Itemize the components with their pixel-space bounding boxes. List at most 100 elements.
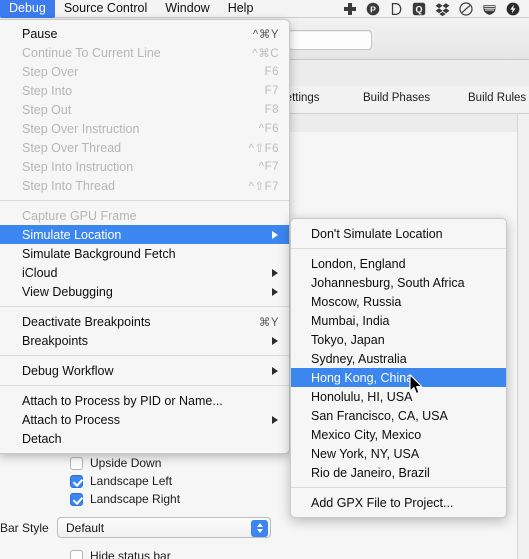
menu-item-simulate-background-fetch[interactable]: Simulate Background Fetch: [0, 244, 289, 263]
menu-item-label: Deactivate Breakpoints: [22, 314, 151, 329]
screen-root: Settings Build Phases Build Rules Upside…: [0, 0, 529, 559]
submenu-item-honolulu[interactable]: Honolulu, HI, USA: [291, 387, 506, 406]
svg-text:Q: Q: [415, 4, 422, 14]
menu-item-step-over-thread: Step Over Thread ^⇧F6: [0, 138, 289, 157]
menu-item-continue-to-current-line: Continue To Current Line ^⌘C: [0, 43, 289, 62]
submenu-item-add-gpx-file[interactable]: Add GPX File to Project...: [291, 493, 506, 512]
menu-item-capture-gpu-frame: Capture GPU Frame: [0, 206, 289, 225]
menu-separator: [0, 385, 289, 386]
submenu-item-hong-kong[interactable]: Hong Kong, China: [291, 368, 506, 387]
menu-item-label: Simulate Location: [22, 227, 122, 242]
tab-build-phases[interactable]: Build Phases: [363, 92, 430, 104]
shield-stripes-icon[interactable]: [482, 2, 497, 16]
menu-item-deactivate-breakpoints[interactable]: Deactivate Breakpoints ⌘Y: [0, 312, 289, 331]
menu-item-label: Step Into Instruction: [22, 159, 134, 174]
menu-item-label: Breakpoints: [22, 333, 89, 348]
right-panel-edge: [517, 114, 529, 559]
submenu-item-tokyo[interactable]: Tokyo, Japan: [291, 330, 506, 349]
submenu-item-new-york[interactable]: New York, NY, USA: [291, 444, 506, 463]
menu-item-debug-workflow[interactable]: Debug Workflow: [0, 361, 289, 380]
landscape-left-checkbox[interactable]: [70, 474, 83, 488]
search-input[interactable]: [288, 30, 372, 50]
submenu-item-rio-de-janeiro[interactable]: Rio de Janeiro, Brazil: [291, 463, 506, 482]
submenu-item-mumbai[interactable]: Mumbai, India: [291, 311, 506, 330]
checkbox-row-upside-down[interactable]: Upside Down: [70, 456, 161, 470]
submenu-arrow-icon: [272, 415, 278, 424]
menu-item-shortcut: ⌘Y: [258, 316, 279, 329]
lightning-bolt-icon[interactable]: [506, 2, 520, 16]
menu-item-label: Step Out: [22, 102, 72, 117]
submenu-item-johannesburg[interactable]: Johannesburg, South Africa: [291, 273, 506, 292]
menu-item-view-debugging[interactable]: View Debugging: [0, 282, 289, 301]
menu-item-attach-to-process[interactable]: Attach to Process: [0, 410, 289, 429]
menu-item-label: Capture GPU Frame: [22, 208, 137, 223]
menu-item-step-into-thread: Step Into Thread ^⇧F7: [0, 176, 289, 195]
menu-item-label: Attach to Process by PID or Name...: [22, 393, 223, 408]
bar-style-popup-button[interactable]: Default: [57, 517, 271, 538]
submenu-item-moscow[interactable]: Moscow, Russia: [291, 292, 506, 311]
plus-cross-icon[interactable]: [343, 2, 357, 16]
menu-item-breakpoints[interactable]: Breakpoints: [0, 331, 289, 350]
menu-item-simulate-location[interactable]: Simulate Location: [0, 225, 289, 244]
menu-item-shortcut: ^⌘Y: [252, 28, 279, 41]
mouse-cursor-icon: [409, 374, 423, 400]
chevron-updown-icon[interactable]: [251, 519, 268, 537]
menu-item-icloud[interactable]: iCloud: [0, 263, 289, 282]
menu-item-pause[interactable]: Pause ^⌘Y: [0, 24, 289, 43]
hide-status-bar-checkbox[interactable]: [70, 549, 83, 559]
menu-item-shortcut: ^F7: [258, 160, 279, 173]
submenu-item-london[interactable]: London, England: [291, 254, 506, 273]
menu-item-shortcut: ^F6: [258, 122, 279, 135]
menu-item-shortcut: ^⇧F7: [248, 180, 279, 193]
upside-down-checkbox[interactable]: [70, 456, 83, 470]
checkbox-row-landscape-right[interactable]: Landscape Right: [70, 492, 180, 506]
tab-build-rules[interactable]: Build Rules: [468, 92, 526, 104]
menu-item-step-out: Step Out F8: [0, 100, 289, 119]
menu-item-label: Continue To Current Line: [22, 45, 161, 60]
upside-down-label: Upside Down: [90, 456, 162, 470]
menu-item-label: View Debugging: [22, 284, 113, 299]
checkbox-row-landscape-left[interactable]: Landscape Left: [70, 474, 172, 488]
submenu-item-sydney[interactable]: Sydney, Australia: [291, 349, 506, 368]
menu-item-step-over-instruction: Step Over Instruction ^F6: [0, 119, 289, 138]
submenu-arrow-icon: [272, 287, 278, 296]
menubar-item-window[interactable]: Window: [156, 0, 218, 18]
p-circle-icon[interactable]: P: [366, 2, 380, 16]
menu-item-label: Simulate Background Fetch: [22, 246, 176, 261]
menu-item-shortcut: ^⌘C: [252, 47, 279, 60]
dropbox-icon[interactable]: [435, 2, 450, 16]
menu-item-label: Attach to Process: [22, 412, 120, 427]
menubar-item-help[interactable]: Help: [219, 0, 263, 18]
menubar-item-source-control[interactable]: Source Control: [55, 0, 156, 18]
menu-separator: [0, 306, 289, 307]
simulate-location-submenu: Don't Simulate Location London, England …: [290, 218, 507, 518]
submenu-arrow-icon: [272, 230, 278, 239]
menu-item-shortcut: ^⇧F6: [248, 142, 279, 155]
d-outline-icon[interactable]: [389, 2, 403, 16]
menu-item-shortcut: F8: [264, 103, 279, 116]
menu-item-step-into-instruction: Step Into Instruction ^F7: [0, 157, 289, 176]
landscape-right-checkbox[interactable]: [70, 492, 83, 506]
menu-item-detach[interactable]: Detach: [0, 429, 289, 448]
circle-slash-icon[interactable]: [459, 1, 473, 16]
menu-item-label: iCloud: [22, 265, 58, 280]
menubar-status-icons: P Q: [343, 1, 529, 16]
menu-item-label: Step Over: [22, 64, 79, 79]
bar-style-value: Default: [66, 520, 105, 535]
submenu-separator: [291, 248, 506, 249]
submenu-item-dont-simulate-location[interactable]: Don't Simulate Location: [291, 224, 506, 243]
submenu-separator: [291, 487, 506, 488]
menu-item-shortcut: F6: [264, 65, 279, 78]
checkbox-row-hide-status-bar[interactable]: Hide status bar: [70, 549, 171, 559]
bar-style-label: Bar Style: [0, 521, 49, 535]
menu-item-attach-to-process-by-pid-or-name[interactable]: Attach to Process by PID or Name...: [0, 391, 289, 410]
submenu-arrow-icon: [272, 268, 278, 277]
landscape-right-label: Landscape Right: [90, 492, 181, 506]
hide-status-bar-label: Hide status bar: [90, 549, 171, 559]
menu-item-label: Pause: [22, 26, 58, 41]
landscape-left-label: Landscape Left: [90, 474, 173, 488]
q-square-icon[interactable]: Q: [412, 2, 426, 16]
submenu-item-mexico-city[interactable]: Mexico City, Mexico: [291, 425, 506, 444]
menubar-item-debug[interactable]: Debug: [0, 0, 55, 18]
submenu-item-san-francisco[interactable]: San Francisco, CA, USA: [291, 406, 506, 425]
